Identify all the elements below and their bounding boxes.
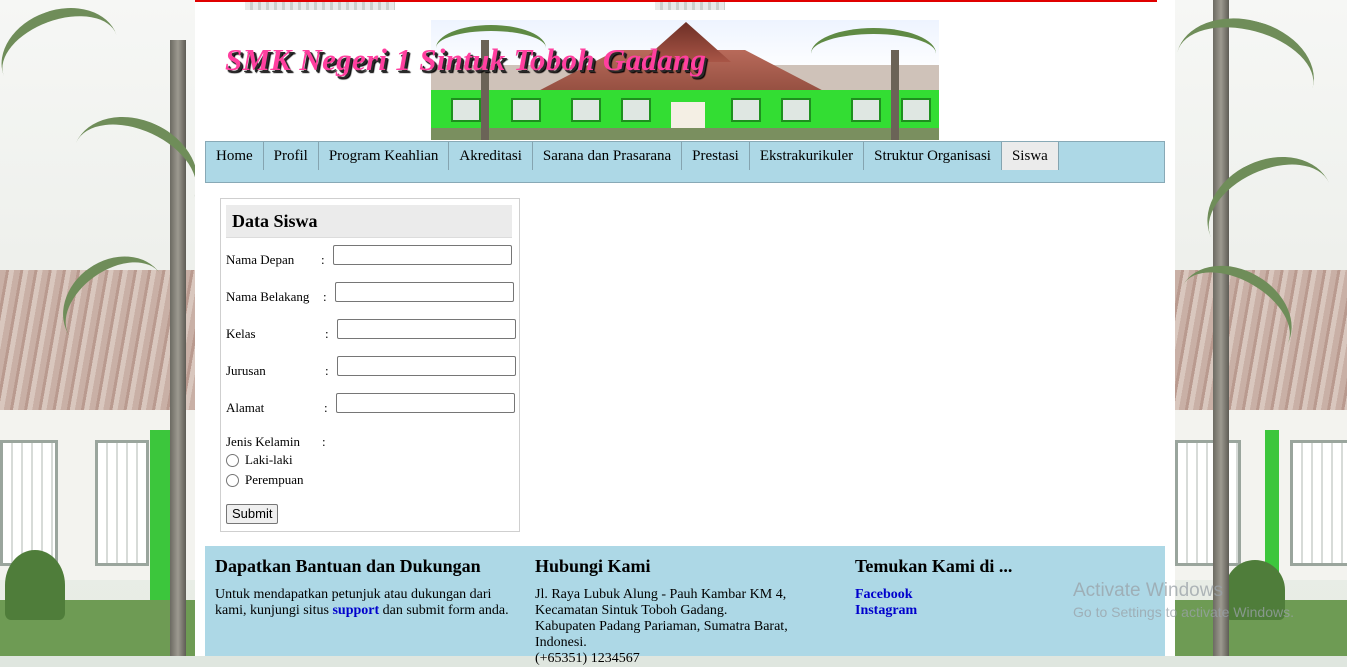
footer-contact-title: Hubungi Kami [535,556,651,576]
radio-laki-laki[interactable] [226,453,239,467]
field-label: Kelas [226,326,256,341]
footer-help-title: Dapatkan Bantuan dan Dukungan [215,556,481,576]
page-container: SMK Negeri 1 Sintuk Toboh Gadang Home Pr… [195,0,1175,666]
footer-help: Dapatkan Bantuan dan Dukungan Untuk mend… [215,546,515,619]
header-banner-image [431,20,939,140]
background-scenery-right [1175,0,1347,656]
field-label: Nama Belakang [226,289,310,304]
field-label: Nama Depan [226,252,295,267]
site-title: SMK Negeri 1 Sintuk Toboh Gadang [225,42,707,77]
radio-option-perempuan[interactable]: Perempuan [226,472,303,488]
nav-item-ekstrakurikuler[interactable]: Ekstrakurikuler [750,142,865,170]
footer-help-text: Untuk mendapatkan petunjuk atau dukungan… [215,587,509,618]
nav-item-siswa[interactable]: Siswa [1001,142,1059,170]
form-title: Data Siswa [232,211,318,231]
nav-item-struktur-organisasi[interactable]: Struktur Organisasi [864,142,1002,170]
nama-depan-input[interactable] [333,245,512,265]
nav-item-home[interactable]: Home [206,142,264,170]
field-label: Jenis Kelamin [226,434,301,449]
nav-item-akreditasi[interactable]: Akreditasi [449,142,533,170]
form-header: Data Siswa [226,205,512,238]
background-scenery-left [0,0,195,656]
kelas-input[interactable] [337,319,516,339]
footer-phone: (+65351) 1234567 [535,651,640,666]
field-label: Alamat [226,400,265,415]
nav-item-program-keahlian[interactable]: Program Keahlian [319,142,450,170]
student-data-form: Data Siswa Nama Depan : Nama Belakang : … [220,198,520,532]
facebook-link[interactable]: Facebook [855,587,1105,603]
activate-windows-watermark: Activate Windows Go to Settings to activ… [1073,580,1294,620]
nav-item-profil[interactable]: Profil [264,142,319,170]
footer-address: Jl. Raya Lubuk Alung - Pauh Kambar KM 4,… [535,587,788,666]
jurusan-input[interactable] [337,356,516,376]
radio-option-laki-laki[interactable]: Laki-laki [226,452,293,468]
footer-social-title: Temukan Kami di ... [855,556,1013,576]
footer-contact: Hubungi Kami Jl. Raya Lubuk Alung - Pauh… [535,546,805,667]
radio-label: Laki-laki [245,452,293,467]
nav-item-sarana-prasarana[interactable]: Sarana dan Prasarana [533,142,683,170]
main-nav: Home Profil Program Keahlian Akreditasi … [205,141,1165,183]
footer-social: Temukan Kami di ... Facebook Instagram [855,546,1105,619]
radio-perempuan[interactable] [226,473,239,487]
field-label: Jurusan [226,363,266,378]
alamat-input[interactable] [336,393,515,413]
support-link[interactable]: support [332,603,379,618]
nav-item-prestasi[interactable]: Prestasi [682,142,750,170]
footer: Dapatkan Bantuan dan Dukungan Untuk mend… [205,546,1165,666]
submit-button[interactable]: Submit [226,504,279,524]
radio-label: Perempuan [245,472,304,487]
instagram-link[interactable]: Instagram [855,603,1105,619]
nama-belakang-input[interactable] [335,282,514,302]
